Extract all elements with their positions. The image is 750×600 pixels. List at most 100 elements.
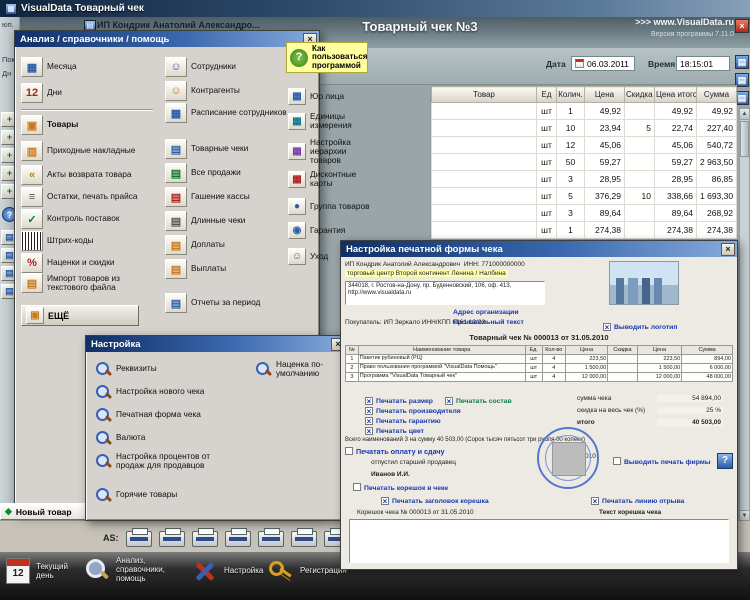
col-header[interactable]: Колич. <box>556 86 585 103</box>
menu-item-period-reports[interactable]: ▤ Отчеты за период <box>165 293 260 313</box>
menu-item-long-receipts[interactable]: ▤ Длинные чеки <box>165 211 245 231</box>
settings-item-sales-percent[interactable]: Настройка процентов от продаж для продав… <box>94 451 244 470</box>
printer-icon[interactable] <box>225 528 251 547</box>
menu-item-incoming-invoices[interactable]: ▥ Приходные накладные <box>21 141 161 161</box>
col-header[interactable]: Ед <box>536 86 557 103</box>
menu-item-surcharges[interactable]: ▤ Доплаты <box>165 235 225 255</box>
menu-item-payouts[interactable]: ▤ Выплаты <box>165 259 226 279</box>
checkbox-icon[interactable] <box>591 497 599 505</box>
checkbox-icon[interactable] <box>365 397 373 405</box>
print-stub-header-checkbox[interactable]: Печатать заголовок корешка <box>381 497 489 505</box>
vertical-scrollbar[interactable]: ▲ ▼ <box>739 108 750 522</box>
close-icon[interactable]: × <box>735 19 749 33</box>
checkbox-icon[interactable] <box>365 407 373 415</box>
taskbar-item-current-day[interactable]: 12 Текущий день <box>6 558 82 584</box>
stub-text-area[interactable] <box>349 519 729 563</box>
company-stamp[interactable] <box>537 427 599 489</box>
menu-item-discount-cards[interactable]: ▦ Дисконтные карты <box>288 169 374 188</box>
checkbox-icon[interactable] <box>603 323 611 331</box>
logo-checkbox[interactable]: Выводить логотип <box>603 323 677 331</box>
settings-item-new-receipt[interactable]: Настройка нового чека <box>94 383 204 401</box>
menu-item-goods-hierarchy[interactable]: ▦ Настройка иерархии товаров <box>288 137 374 165</box>
col-header[interactable]: Цена итоговая <box>654 86 697 103</box>
menu-item-goods[interactable]: ▣ Товары <box>21 115 78 135</box>
checkbox-icon[interactable] <box>445 397 453 405</box>
settings-item-currency[interactable]: Валюта <box>94 429 145 447</box>
menu-item-goods-group[interactable]: ● Группа товаров <box>288 198 374 215</box>
printer-icon[interactable] <box>192 528 218 547</box>
table-row[interactable]: шт 1 274,38 274,38 274,38 <box>431 221 737 239</box>
panel-button[interactable]: ▤ <box>735 55 749 69</box>
menu-item-receipts[interactable]: ▤ Товарные чеки <box>165 139 248 159</box>
checkbox-icon[interactable] <box>365 417 373 425</box>
printer-icon[interactable] <box>159 528 185 547</box>
help-button[interactable]: ? <box>717 453 733 469</box>
settings-item-default-markup[interactable]: Наценка по-умолчанию <box>254 359 346 378</box>
checkbox-icon[interactable] <box>353 483 361 491</box>
print-size-checkbox[interactable]: Печатать размер <box>365 397 433 405</box>
taskbar-item-registration[interactable]: Регистрация <box>268 558 347 584</box>
taskbar-item-settings[interactable]: Настройка <box>192 558 263 584</box>
print-tear-line-checkbox[interactable]: Печатать линию отрыва <box>591 497 684 505</box>
printer-icon[interactable] <box>291 528 317 547</box>
checkbox-icon[interactable] <box>613 457 621 465</box>
checkbox-icon[interactable] <box>365 427 373 435</box>
new-goods-button[interactable]: ◆ Новый товар <box>0 503 88 520</box>
taskbar-item-analysis[interactable]: Анализ, справочники, помощь <box>84 556 182 584</box>
checkbox-icon[interactable] <box>381 497 389 505</box>
settings-item-print-form[interactable]: Печатная форма чека <box>94 406 201 424</box>
address-box[interactable]: 344018, г. Ростов-на-Дону, пр. Буденновс… <box>345 281 545 305</box>
time-input[interactable]: 18:15:01 <box>676 56 730 71</box>
menu-item-months[interactable]: ▦ Месяца <box>21 57 77 77</box>
table-row[interactable]: шт 12 45,06 45,06 540,72 <box>431 136 737 154</box>
how-to-use-button[interactable]: ? Как пользоваться программой <box>286 42 368 74</box>
menu-item-stock-pricelist[interactable]: ≡ Остатки, печать прайса <box>21 187 161 207</box>
table-row[interactable]: шт 3 89,64 89,64 268,92 <box>431 204 737 222</box>
scroll-up-icon[interactable]: ▲ <box>740 109 749 120</box>
print-color-checkbox[interactable]: Печатать цвет <box>365 427 424 435</box>
scrollbar-thumb[interactable] <box>740 121 749 157</box>
address-label[interactable]: Адрес организации <box>453 309 519 316</box>
printer-icon[interactable] <box>126 528 152 547</box>
menu-item-days[interactable]: 12 Дни <box>21 83 62 103</box>
discount-value[interactable]: 25 % <box>657 407 723 414</box>
table-row[interactable]: шт 50 59,27 59,27 2 963,50 <box>431 153 737 171</box>
settings-item-requisites[interactable]: Реквизиты <box>94 360 157 378</box>
menu-item-supply-control[interactable]: ✓ Контроль поставок <box>21 209 161 229</box>
menu-item-barcodes[interactable]: Штрих-коды <box>21 231 161 251</box>
menu-item-legal-entities[interactable]: ▦ Юр лица <box>288 88 374 105</box>
col-header[interactable]: Скидка % <box>624 86 655 103</box>
print-warranty-checkbox[interactable]: Печатать гарантию <box>365 417 441 425</box>
more-button[interactable]: ▣ ЕЩЁ <box>21 305 139 326</box>
table-row[interactable]: шт 1 49,92 49,92 49,92 <box>431 102 737 120</box>
menu-item-return-acts[interactable]: « Акты возврата товара <box>21 165 161 185</box>
menu-item-units[interactable]: ▦ Единицы измерения <box>288 111 374 130</box>
printer-icon[interactable] <box>258 528 284 547</box>
table-row[interactable]: шт 10 23,94 5 22,74 227,40 <box>431 119 737 137</box>
menu-item-warranty[interactable]: ◉ Гарантия <box>288 222 374 239</box>
table-row[interactable]: шт 3 28,95 28,95 86,85 <box>431 170 737 188</box>
panel-button[interactable]: ▤ <box>735 73 749 87</box>
receipt-table-row: 3 Программа "VisualData Товарный чек" шт… <box>345 372 733 382</box>
col-header[interactable]: Сумма <box>696 86 737 103</box>
print-stub-checkbox[interactable]: Печатать корешок в чеке <box>353 483 448 492</box>
col-header[interactable]: Товар <box>431 86 537 103</box>
menu-item-markups-discounts[interactable]: % Наценки и скидки <box>21 253 161 273</box>
print-composition-checkbox[interactable]: Печатать состав <box>445 397 512 405</box>
menu-item-employees[interactable]: ☺ Сотрудники <box>165 57 236 77</box>
close-icon[interactable]: × <box>721 242 735 256</box>
menu-item-contractors[interactable]: ☺ Контрагенты <box>165 81 240 101</box>
menu-item-import-goods[interactable]: ▤ Импорт товаров из текстового файла <box>21 273 163 293</box>
menu-item-all-sales[interactable]: ▤ Все продажи <box>165 163 241 183</box>
print-payment-checkbox[interactable]: Печатать оплату и сдачу <box>345 447 445 456</box>
print-stamp-checkbox[interactable]: Выводить печать фирмы <box>613 457 711 466</box>
col-header[interactable]: Цена <box>584 86 625 103</box>
print-manufacturer-checkbox[interactable]: Печатать производителя <box>365 407 461 415</box>
checkbox-icon[interactable] <box>345 447 353 455</box>
menu-item-cash-closing[interactable]: ▤ Гашение кассы <box>165 187 250 207</box>
site-link[interactable]: >>> www.VisualData.ru <box>635 17 734 27</box>
panel-button[interactable]: ▤ <box>735 91 749 105</box>
settings-item-hot-goods[interactable]: Горячие товары <box>94 486 177 504</box>
table-row[interactable]: шт 5 376,29 10 338,66 1 693,30 <box>431 187 737 205</box>
date-input[interactable]: 06.03.2011 <box>571 56 635 71</box>
